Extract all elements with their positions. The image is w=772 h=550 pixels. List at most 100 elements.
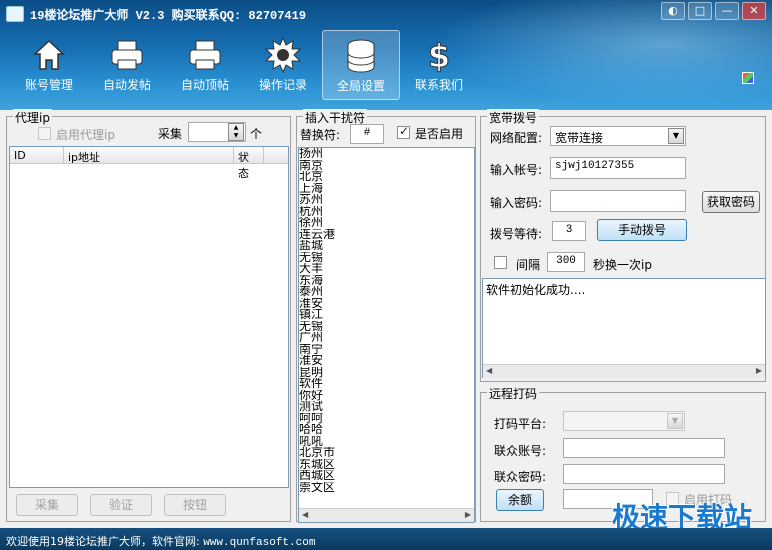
city-item: 盐城	[299, 240, 324, 252]
log-text: 软件初始化成功....	[486, 283, 586, 297]
tool-auto-bump[interactable]: 自动顶帖	[166, 30, 244, 100]
tool-account-manage[interactable]: 账号管理	[10, 30, 88, 100]
city-item: 东海	[299, 274, 324, 286]
home-icon	[29, 36, 69, 74]
balance-button[interactable]: 余额	[496, 489, 544, 511]
title-bar: 19楼论坛推广大师 V2.3 购买联系QQ: 82707419 ◐ □ — ✕ …	[0, 0, 772, 110]
tool-label: 操作记录	[258, 78, 307, 92]
tool-label: 账号管理	[24, 78, 73, 92]
database-icon	[341, 37, 381, 75]
maximize-button[interactable]: □	[688, 2, 712, 20]
city-item: 徐州	[299, 217, 324, 229]
status-text: 欢迎使用19楼论坛推广大师，软件官网:	[6, 535, 204, 548]
gear-icon	[263, 36, 303, 74]
window-title: 19楼论坛推广大师 V2.3 购买联系QQ: 82707419	[30, 9, 307, 23]
tool-global-settings[interactable]: 全局设置	[322, 30, 400, 100]
network-config-value: 宽带连接	[555, 131, 604, 145]
dial-wait-input[interactable]: 3	[552, 221, 586, 241]
network-config-select[interactable]: 宽带连接 ▼	[550, 126, 686, 146]
column-header-status[interactable]: 状态	[234, 147, 264, 180]
printer-icon	[107, 36, 147, 74]
city-item: 哈哈	[299, 424, 324, 436]
password-input[interactable]	[550, 190, 686, 212]
city-horizontal-scrollbar[interactable]: ◀ ▶	[299, 508, 474, 522]
dollar-icon: $	[419, 36, 459, 74]
tool-label: 自动顶帖	[180, 78, 229, 92]
city-item: 北京市	[299, 447, 336, 459]
city-item: 南京	[299, 159, 324, 171]
interval-checkbox[interactable]	[494, 256, 507, 269]
interval-input[interactable]: 300	[547, 252, 585, 272]
captcha-password-input[interactable]	[563, 464, 725, 484]
log-textbox[interactable]: 软件初始化成功....	[482, 278, 766, 378]
interval-label: 间隔	[516, 258, 541, 272]
city-item: 软件	[299, 378, 324, 390]
column-header-id[interactable]: ID	[10, 147, 64, 163]
city-item: 泰州	[299, 286, 324, 298]
collect-count-spinner[interactable]: ▲ ▼	[228, 123, 244, 141]
city-item: 苏州	[299, 194, 324, 206]
collect-label: 采集	[158, 127, 183, 141]
verify-button[interactable]: 验证	[90, 494, 152, 516]
count-unit-label: 个	[250, 127, 263, 141]
city-item: 杭州	[299, 205, 324, 217]
captcha-platform-select[interactable]: ▼	[563, 411, 685, 431]
get-password-button[interactable]: 获取密码	[702, 191, 760, 213]
tool-label: 联系我们	[414, 78, 463, 92]
enable-interfere-label: 是否启用	[415, 127, 464, 141]
status-bar: 欢迎使用19楼论坛推广大师，软件官网: www.qunfasoft.com	[0, 528, 772, 550]
city-item: 连云港	[299, 228, 336, 240]
tool-label: 自动发帖	[102, 78, 151, 92]
network-config-label: 网络配置:	[490, 131, 543, 145]
svg-text:$: $	[428, 37, 450, 73]
city-item: 东城区	[299, 458, 336, 470]
city-item: 你好	[299, 389, 324, 401]
city-item: 淮安	[299, 297, 324, 309]
city-item: 测试	[299, 401, 324, 413]
log-horizontal-scrollbar[interactable]: ◀ ▶	[483, 364, 765, 378]
column-header-ip[interactable]: ip地址	[64, 147, 234, 164]
tool-label: 全局设置	[336, 79, 385, 93]
city-item: 昆明	[299, 366, 324, 378]
enable-proxy-label: 启用代理ip	[56, 128, 115, 142]
password-label: 输入密码:	[490, 196, 543, 210]
broadband-group-title: 宽带拨号	[487, 109, 540, 126]
collect-button[interactable]: 采集	[16, 494, 78, 516]
proxy-table[interactable]: ID ip地址 状态	[9, 146, 289, 488]
printer-icon	[185, 36, 225, 74]
city-list: 扬州 南京 北京 上海 苏州 杭州 徐州 连云港 盐城 无锡 大丰 东海 泰州 淮安 镇江 无锡 广州 南宁 淮安昆…	[299, 148, 474, 509]
extra-button[interactable]: 按钮	[164, 494, 226, 516]
city-item: 南宁	[299, 343, 324, 355]
city-item: 北京	[299, 171, 324, 183]
skin-toggle-button[interactable]: ◐	[661, 2, 685, 20]
city-item: 上海	[299, 182, 324, 194]
captcha-group-title: 远程打码	[487, 385, 540, 402]
replace-input[interactable]: #	[350, 124, 384, 144]
manual-dial-button[interactable]: 手动拨号	[597, 219, 687, 241]
app-icon	[6, 6, 24, 22]
chevron-down-icon: ▼	[667, 413, 683, 429]
replace-label: 替换符:	[300, 128, 341, 142]
account-label: 输入帐号:	[490, 163, 543, 177]
city-item: 淮安	[299, 355, 324, 367]
account-input[interactable]: sjwj10127355	[550, 157, 686, 179]
city-item: 吼吼	[299, 435, 324, 447]
captcha-account-input[interactable]	[563, 438, 725, 458]
enable-interfere-checkbox[interactable]	[397, 124, 410, 139]
city-item: 呵呵	[299, 412, 324, 424]
minimize-button[interactable]: —	[715, 2, 739, 20]
interval-suffix-label: 秒换一次ip	[593, 258, 652, 272]
city-item: 扬州	[299, 148, 324, 160]
enable-proxy-checkbox[interactable]	[38, 127, 51, 140]
city-item: 崇文区	[299, 481, 336, 493]
close-button[interactable]: ✕	[742, 2, 766, 20]
tool-contact-us[interactable]: $ 联系我们	[400, 30, 478, 100]
tool-auto-post[interactable]: 自动发帖	[88, 30, 166, 100]
palette-icon[interactable]	[742, 72, 754, 84]
city-item: 无锡	[299, 320, 324, 332]
dial-wait-label: 拨号等待:	[490, 227, 543, 241]
status-url: www.qunfasoft.com	[203, 537, 316, 549]
tool-operation-log[interactable]: 操作记录	[244, 30, 322, 100]
captcha-password-label: 联众密码:	[494, 470, 547, 484]
captcha-account-label: 联众账号:	[494, 444, 547, 458]
